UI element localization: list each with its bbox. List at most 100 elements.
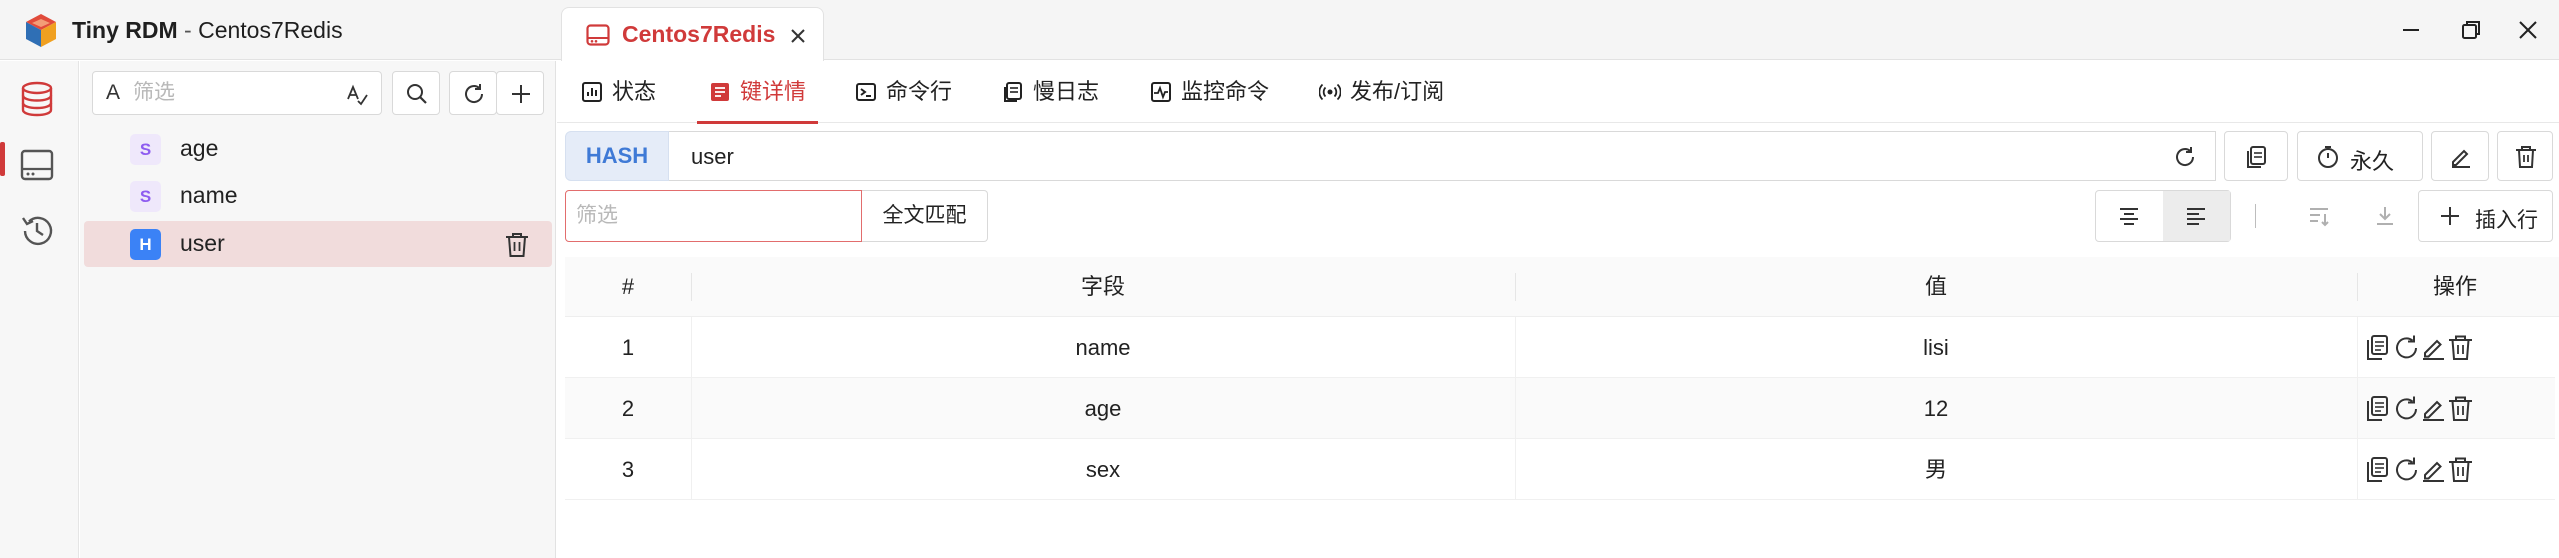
value-filter-input[interactable] xyxy=(576,197,846,235)
terminal-icon xyxy=(856,83,876,101)
insert-row-button[interactable]: 插入行 xyxy=(2418,190,2553,242)
window-close-icon[interactable] xyxy=(2512,14,2544,46)
hash-type-badge: H xyxy=(130,229,161,260)
server-nav-icon[interactable] xyxy=(17,145,57,185)
rename-key-button[interactable] xyxy=(2431,131,2489,181)
key-name-value: user xyxy=(691,144,734,169)
download-icon[interactable] xyxy=(2373,204,2397,228)
row-index: 1 xyxy=(621,335,635,360)
load-more-icon[interactable] xyxy=(2307,204,2331,228)
app-logo-icon xyxy=(26,14,56,47)
tab-label: 发布/订阅 xyxy=(1350,79,1445,104)
app-name: Tiny RDM xyxy=(72,17,178,43)
key-name-field[interactable]: user xyxy=(669,131,2216,181)
filter-type-selector[interactable]: A xyxy=(93,72,133,114)
key-name: age xyxy=(180,135,219,161)
edit-row-icon[interactable] xyxy=(2420,395,2447,422)
align-left-icon xyxy=(2187,208,2205,225)
table-header: # 字段 值 操作 xyxy=(565,257,2559,317)
align-center-button[interactable] xyxy=(2096,191,2163,241)
restore-icon[interactable] xyxy=(2455,14,2487,46)
string-type-badge: S xyxy=(130,134,161,165)
row-field[interactable]: age xyxy=(691,378,1515,439)
match-case-icon[interactable] xyxy=(345,82,369,106)
minimize-icon[interactable] xyxy=(2395,14,2427,46)
delete-row-icon[interactable] xyxy=(2447,456,2474,483)
delete-key-icon[interactable] xyxy=(504,231,530,259)
row-index: 2 xyxy=(621,396,635,421)
refresh-icon[interactable] xyxy=(2173,145,2197,169)
delete-key-button[interactable] xyxy=(2497,131,2553,181)
history-icon[interactable] xyxy=(17,211,57,251)
copy-row-icon[interactable] xyxy=(2365,334,2392,361)
key-item-age[interactable]: S age xyxy=(84,126,552,172)
search-button[interactable] xyxy=(392,71,440,115)
reload-row-icon[interactable] xyxy=(2393,395,2420,422)
tab-label: 命令行 xyxy=(886,79,953,104)
column-header-actions: 操作 xyxy=(2432,274,2477,299)
row-value[interactable]: 12 xyxy=(1515,378,2357,439)
key-name: user xyxy=(180,230,225,256)
tab-label: 状态 xyxy=(612,79,657,104)
column-header-index: # xyxy=(621,274,635,299)
string-type-badge: S xyxy=(130,181,161,212)
timer-icon xyxy=(2318,146,2338,168)
nav-active-indicator xyxy=(0,142,5,176)
ttl-label: 永久 xyxy=(2350,149,2395,174)
tab-slow-log[interactable]: 慢日志 xyxy=(1002,61,1099,123)
delete-row-icon[interactable] xyxy=(2447,334,2474,361)
status-icon xyxy=(582,82,602,102)
refresh-icon xyxy=(465,84,484,103)
tab-status[interactable]: 状态 xyxy=(581,61,656,123)
title-separator: - xyxy=(177,17,199,43)
key-browser: A S age xyxy=(80,61,556,558)
key-item-name[interactable]: S name xyxy=(84,173,552,219)
tab-command-line[interactable]: 命令行 xyxy=(855,61,952,123)
cell-divider xyxy=(2357,378,2358,439)
pubsub-icon xyxy=(1319,83,1341,101)
key-filter-input[interactable] xyxy=(133,74,333,112)
key-filter-box: A xyxy=(92,71,382,115)
tab-label: 键详情 xyxy=(740,79,807,104)
plus-icon xyxy=(512,85,530,103)
copy-row-icon[interactable] xyxy=(2365,395,2392,422)
edit-row-icon[interactable] xyxy=(2420,456,2447,483)
column-header-value[interactable]: 值 xyxy=(1515,257,2357,317)
toolbar-divider xyxy=(2255,204,2256,228)
ttl-button[interactable]: 永久 xyxy=(2297,131,2423,181)
reload-row-icon[interactable] xyxy=(2393,334,2420,361)
edit-row-icon[interactable] xyxy=(2420,334,2447,361)
connection-tab[interactable]: Centos7Redis xyxy=(561,7,824,61)
server-icon xyxy=(586,24,610,46)
copy-row-icon[interactable] xyxy=(2365,456,2392,483)
trash-icon xyxy=(2516,146,2536,168)
key-detail-icon xyxy=(711,83,729,101)
tab-label: 监控命令 xyxy=(1181,79,1270,104)
close-icon[interactable] xyxy=(788,26,808,46)
refresh-keys-button[interactable] xyxy=(449,71,497,115)
align-left-button[interactable] xyxy=(2163,191,2230,241)
column-header-field[interactable]: 字段 xyxy=(691,257,1515,317)
insert-row-label: 插入行 xyxy=(2475,209,2538,232)
key-item-user[interactable]: H user xyxy=(84,221,552,267)
tab-monitor[interactable]: 监控命令 xyxy=(1150,61,1269,123)
window-title: Tiny RDM - Centos7Redis xyxy=(72,16,343,44)
table-row[interactable]: 3 sex 男 xyxy=(565,439,2555,500)
edit-icon xyxy=(2452,149,2470,168)
tab-pubsub[interactable]: 发布/订阅 xyxy=(1319,61,1444,123)
database-icon[interactable] xyxy=(17,79,57,119)
table-row[interactable]: 1 name lisi xyxy=(565,317,2555,378)
add-key-button[interactable] xyxy=(496,71,544,115)
match-mode-button[interactable]: 全文匹配 xyxy=(862,190,988,242)
copy-key-button[interactable] xyxy=(2224,131,2288,181)
row-value[interactable]: 男 xyxy=(1515,439,2357,500)
tab-key-detail[interactable]: 键详情 xyxy=(696,61,819,124)
row-value[interactable]: lisi xyxy=(1515,317,2357,378)
reload-row-icon[interactable] xyxy=(2393,456,2420,483)
row-field[interactable]: sex xyxy=(691,439,1515,500)
left-nav xyxy=(0,61,79,558)
connection-tab-label: Centos7Redis xyxy=(622,21,776,47)
delete-row-icon[interactable] xyxy=(2447,395,2474,422)
table-row[interactable]: 2 age 12 xyxy=(565,378,2555,439)
row-field[interactable]: name xyxy=(691,317,1515,378)
